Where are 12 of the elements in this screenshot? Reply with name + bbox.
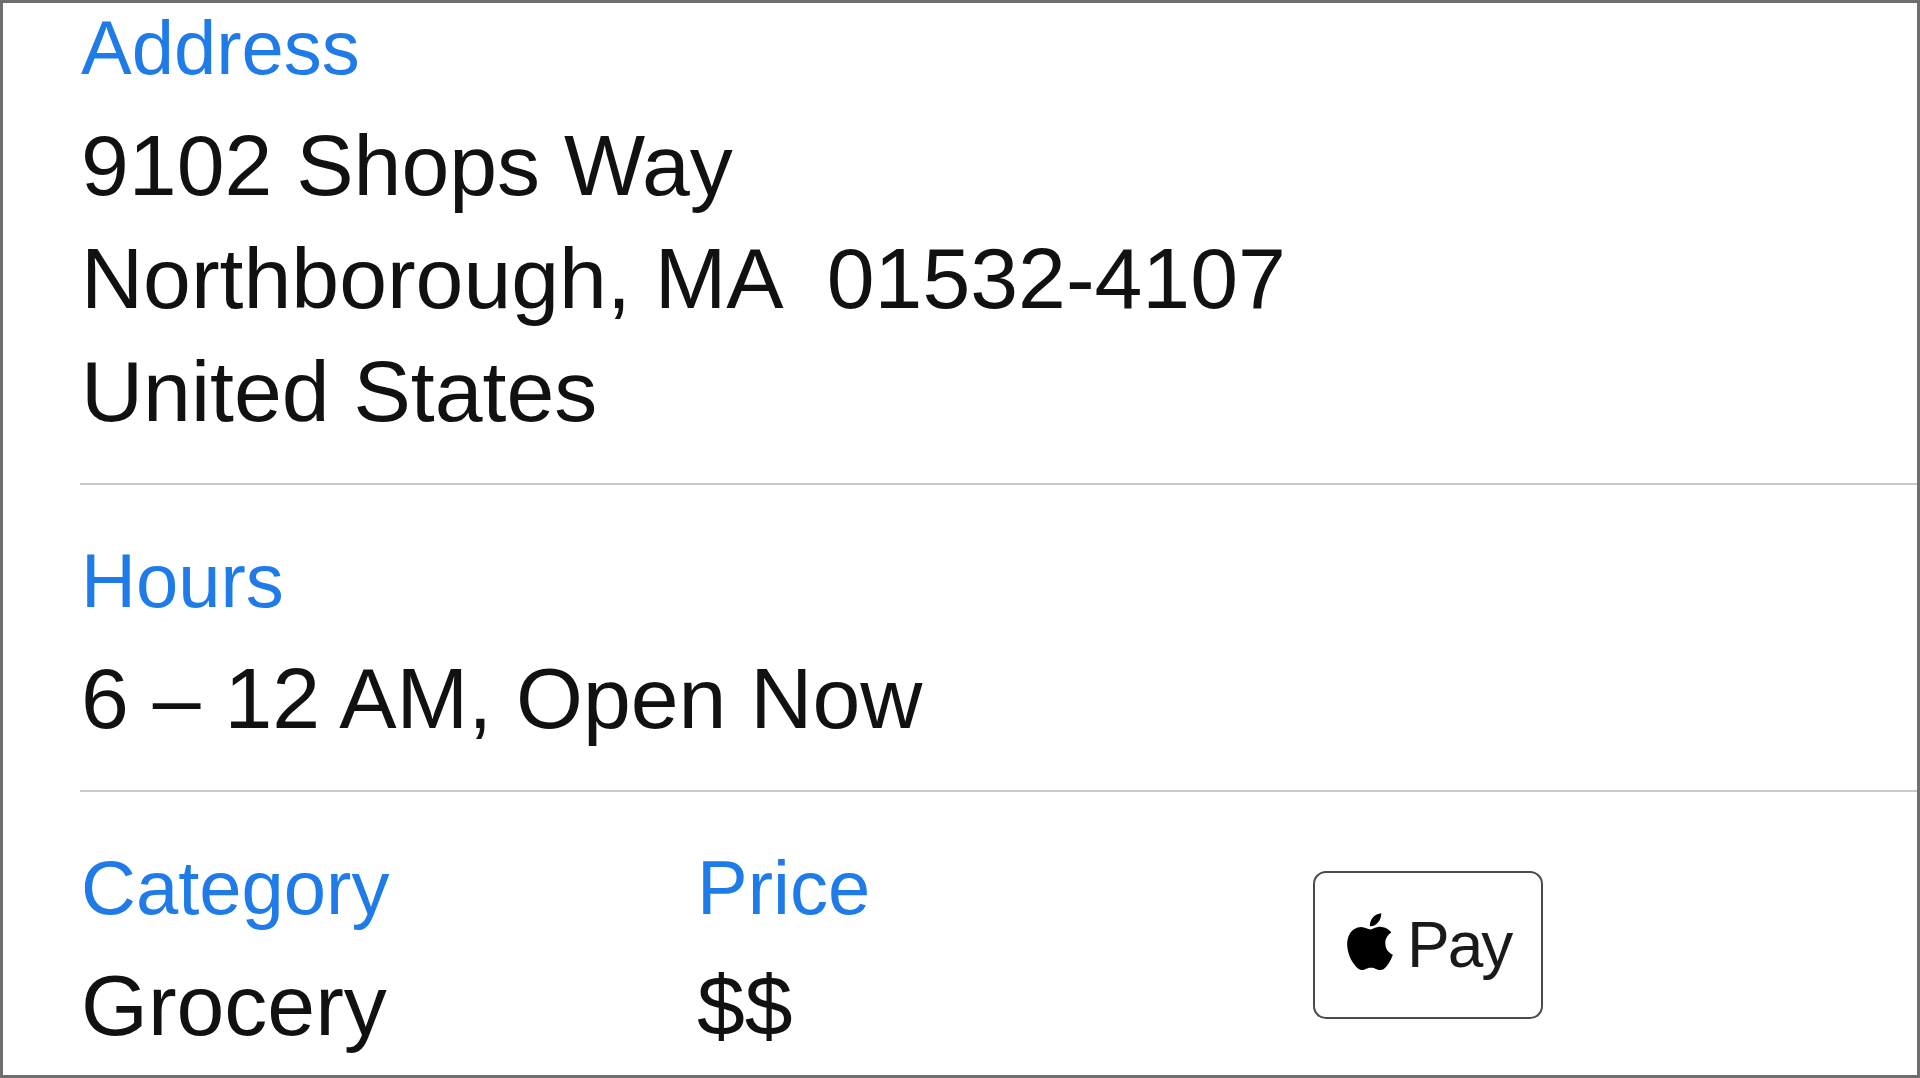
detail-value: $$ bbox=[697, 956, 794, 1055]
hours-label: Hours bbox=[81, 538, 285, 624]
address-line: United States bbox=[81, 342, 599, 441]
address-line: 9102 Shops Way bbox=[81, 116, 734, 215]
detail-value: Grocery bbox=[81, 956, 388, 1055]
hours-value: 6 – 12 AM, Open Now bbox=[81, 649, 924, 748]
address-label: Address bbox=[81, 5, 361, 91]
detail-label: Price bbox=[697, 845, 872, 931]
payment-text: Pay bbox=[1407, 909, 1512, 981]
address-line: Northborough, MA 01532-4107 bbox=[81, 229, 1287, 328]
detail-label: Category bbox=[81, 845, 391, 931]
apple-icon bbox=[1347, 913, 1393, 971]
